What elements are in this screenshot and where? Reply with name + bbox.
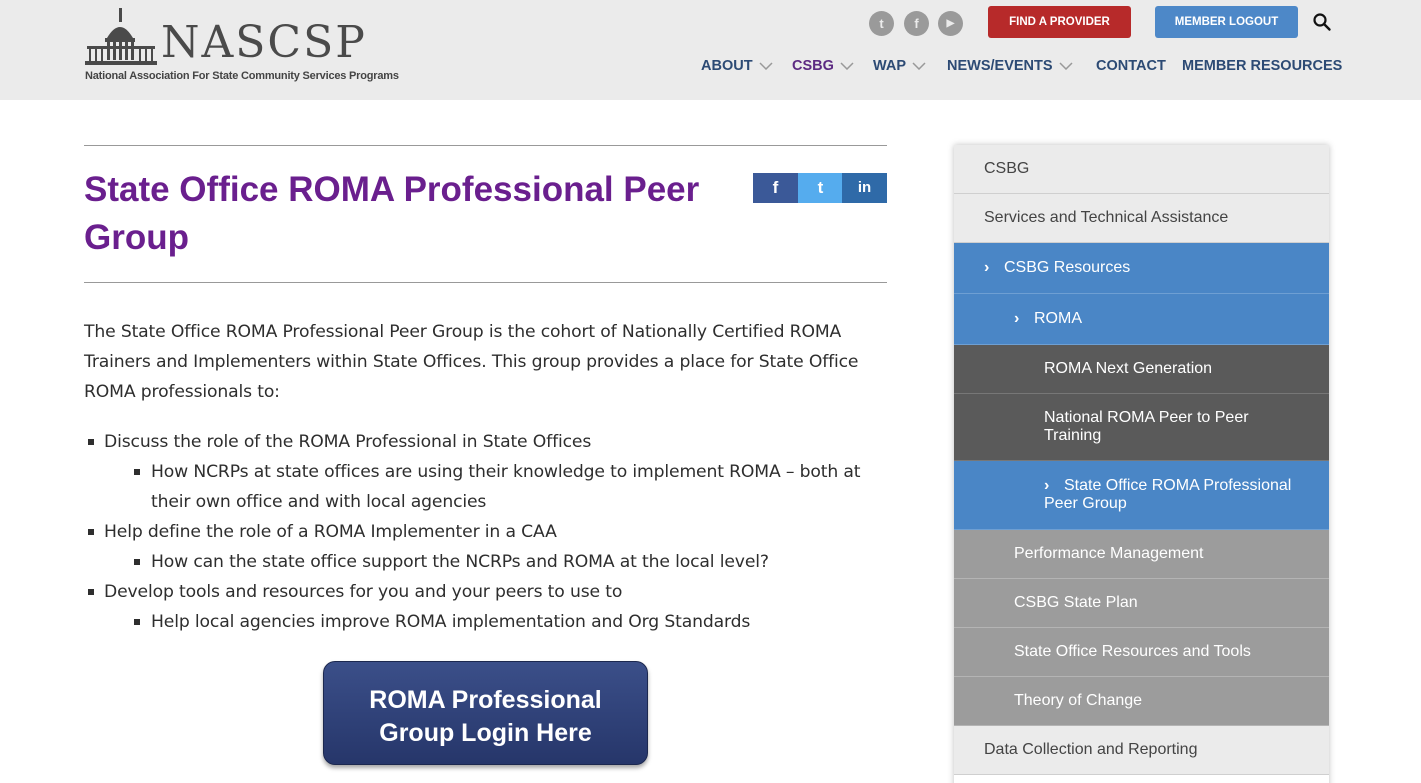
sidebar-item-label: CSBG State Plan <box>1014 594 1138 611</box>
list-item: How NCRPs at state offices are using the… <box>84 457 884 517</box>
sidebar-item-csbg-resources[interactable]: › CSBG Resources <box>954 243 1329 294</box>
roma-login-button[interactable]: ROMA Professional Group Login Here <box>323 661 648 765</box>
page-title: State Office ROMA Professional Peer Grou… <box>84 166 734 262</box>
sidebar-item-label: CSBG Resources <box>1004 259 1131 276</box>
chevron-down-icon <box>1059 62 1073 71</box>
sidebar-item-label: Services and Technical Assistance <box>984 209 1229 226</box>
twitter-share-icon[interactable]: t <box>798 173 843 203</box>
sidebar-item-label: ROMA Next Generation <box>1044 360 1213 377</box>
nav-about[interactable]: ABOUT <box>701 58 773 78</box>
sidebar-item-peer-to-peer-training[interactable]: National ROMA Peer to Peer Training <box>954 394 1329 461</box>
page-title-line2: Group <box>84 218 189 257</box>
nav-csbg[interactable]: CSBG <box>792 58 854 78</box>
sidebar-item-state-office-resources[interactable]: State Office Resources and Tools <box>954 628 1329 677</box>
sidebar-item-csbg-state-plan[interactable]: CSBG State Plan <box>954 579 1329 628</box>
sidebar-item-services[interactable]: Services and Technical Assistance <box>954 194 1329 243</box>
sidebar-item-label: Data Collection and Reporting <box>984 741 1198 758</box>
chevron-right-icon: › <box>1044 477 1050 494</box>
logo-wordmark: NASCSP <box>161 17 367 68</box>
list-item: How can the state office support the NCR… <box>84 547 884 577</box>
site-header: NASCSP National Association For State Co… <box>0 0 1421 100</box>
member-logout-button[interactable]: MEMBER LOGOUT <box>1155 6 1298 38</box>
login-button-line2: Group Login Here <box>379 719 592 747</box>
search-icon[interactable] <box>1312 12 1332 32</box>
chevron-down-icon <box>759 62 773 71</box>
nav-news-events[interactable]: NEWS/EVENTS <box>947 58 1073 78</box>
login-button-line1: ROMA Professional <box>369 686 602 714</box>
nav-member-resources-label: MEMBER RESOURCES <box>1182 58 1343 75</box>
facebook-share-icon[interactable]: f <box>753 173 798 203</box>
sidebar-item-label: Performance Management <box>1014 545 1204 562</box>
chevron-right-icon: › <box>984 259 990 276</box>
nav-about-label: ABOUT <box>701 58 753 75</box>
nav-wap-label: WAP <box>873 58 907 75</box>
linkedin-share-icon[interactable]: in <box>842 173 887 203</box>
divider-bottom <box>84 282 887 283</box>
logo-tagline: National Association For State Community… <box>85 70 399 82</box>
sidebar-item-theory-of-change[interactable]: Theory of Change <box>954 677 1329 726</box>
nav-news-events-label: NEWS/EVENTS <box>947 58 1053 75</box>
bullet-list: Discuss the role of the ROMA Professiona… <box>84 427 884 637</box>
list-item: Help define the role of a ROMA Implement… <box>84 517 884 547</box>
sidebar-item-state-office-roma[interactable]: State Office ROMA Professional Peer Grou… <box>954 461 1329 530</box>
sidebar-item-label: Theory of Change <box>1014 692 1143 709</box>
twitter-icon[interactable]: t <box>869 11 894 36</box>
list-item: Discuss the role of the ROMA Professiona… <box>84 427 884 457</box>
nav-contact[interactable]: CONTACT <box>1096 58 1166 78</box>
sidebar-item-label: CSBG <box>984 160 1030 177</box>
sidebar-item-label: State Office Resources and Tools <box>1014 643 1251 660</box>
nav-contact-label: CONTACT <box>1096 58 1166 75</box>
sidebar-item-label: ROMA <box>1034 310 1082 327</box>
chevron-right-icon: › <box>1014 310 1020 327</box>
nav-wap[interactable]: WAP <box>873 58 926 78</box>
list-item: Help local agencies improve ROMA impleme… <box>84 607 884 637</box>
chevron-down-icon <box>912 62 926 71</box>
youtube-icon[interactable]: ▶ <box>938 11 963 36</box>
divider-top <box>84 145 887 146</box>
sidebar-item-csbg[interactable]: CSBG <box>954 145 1329 194</box>
chevron-down-icon <box>840 62 854 71</box>
capitol-icon <box>85 8 157 65</box>
page-title-line1: State Office ROMA Professional Peer <box>84 170 700 209</box>
sidebar-item-label: State Office ROMA Professional Peer Grou… <box>1044 477 1292 512</box>
sidebar-item-performance-management[interactable]: Performance Management <box>954 530 1329 579</box>
find-provider-button[interactable]: FIND A PROVIDER <box>988 6 1131 38</box>
sidebar-item-label: National ROMA Peer to Peer Training <box>1044 409 1249 444</box>
nav-member-resources[interactable]: MEMBER RESOURCES <box>1182 58 1342 78</box>
intro-paragraph: The State Office ROMA Professional Peer … <box>84 322 859 402</box>
nav-csbg-label: CSBG <box>792 58 834 75</box>
sidebar-item-roma[interactable]: › ROMA <box>954 294 1329 345</box>
sidebar-nav: CSBG Services and Technical Assistance ›… <box>954 145 1329 783</box>
sidebar-item-roma-next-generation[interactable]: ROMA Next Generation <box>954 345 1329 394</box>
facebook-icon[interactable]: f <box>904 11 929 36</box>
sidebar-item-data-collection[interactable]: Data Collection and Reporting <box>954 726 1329 775</box>
list-item: Develop tools and resources for you and … <box>84 577 884 607</box>
nascsp-logo[interactable]: NASCSP National Association For State Co… <box>85 8 399 88</box>
